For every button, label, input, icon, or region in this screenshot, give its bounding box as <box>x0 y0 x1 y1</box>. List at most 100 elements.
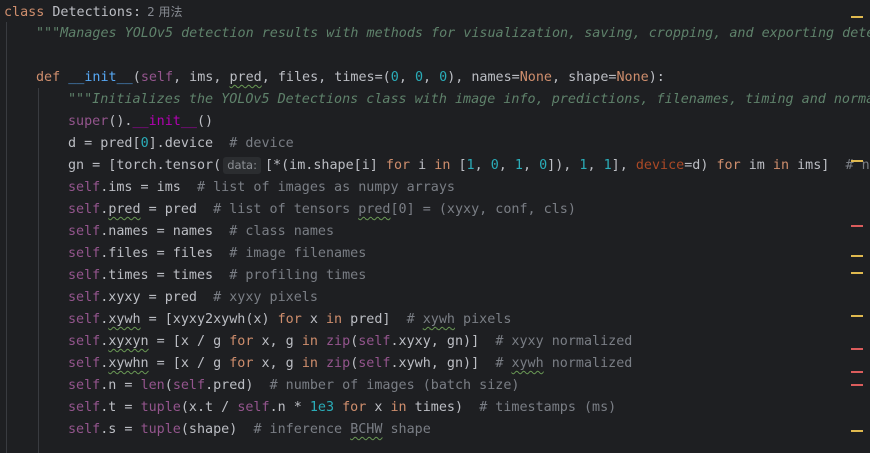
params: ), names= <box>447 70 520 85</box>
keyword-for: for <box>229 356 254 371</box>
comment: pred <box>358 202 391 217</box>
error-marker[interactable] <box>851 384 863 386</box>
number: 0 <box>390 70 399 85</box>
code-line-xywh: self.xywh = [xyxy2xywh(x) for x in pred]… <box>68 309 511 331</box>
usages-hint[interactable]: 2 用法 <box>147 5 182 19</box>
code-text: = [xyxy2xywh(x) <box>140 312 278 327</box>
code-text: .names = names <box>100 224 230 239</box>
code-editor[interactable]: class Detections: 2 用法 """Manages YOLOv5 … <box>0 0 870 453</box>
keyword-for: for <box>277 312 302 327</box>
colon: : <box>133 5 142 20</box>
paren: ( <box>132 70 141 85</box>
self-ref: self <box>68 334 101 349</box>
code-line-files: self.files = files # image filenames <box>68 243 366 265</box>
code-text: ].device <box>148 136 214 151</box>
code-line-times: self.times = times # profiling times <box>68 265 366 287</box>
self-ref: self <box>68 180 101 195</box>
comment: # xyxy normalized <box>495 334 633 349</box>
comment: # class names <box>229 224 335 239</box>
warning-marker[interactable] <box>851 315 863 317</box>
code-line-n: self.n = len(self.pred) # number of imag… <box>68 375 519 397</box>
param-pred: pred <box>229 70 262 85</box>
warning-marker[interactable] <box>851 160 863 162</box>
warning-marker[interactable] <box>851 255 863 257</box>
code-text: () <box>197 114 214 129</box>
comma: , <box>498 158 515 173</box>
paren: ( <box>164 378 173 393</box>
code-line-t: self.t = tuple(x.t / self.n * 1e3 for x … <box>68 397 616 419</box>
comment: # <box>406 312 423 327</box>
self-ref: self <box>68 312 101 327</box>
self-ref: self <box>358 356 391 371</box>
params: , files, times=( <box>261 70 391 85</box>
self-ref: self <box>172 378 206 393</box>
comment: # inference <box>253 422 351 437</box>
error-marker[interactable] <box>851 348 863 350</box>
comment: [0] = (xyxy, conf, cls) <box>390 202 576 217</box>
code-text: i <box>410 158 435 173</box>
comma: , <box>474 158 491 173</box>
warning-marker[interactable] <box>851 16 863 18</box>
paren: ): <box>648 70 665 85</box>
self-ref: self <box>68 246 101 261</box>
code-line-init-def: def __init__(self, ims, pred, files, tim… <box>36 67 665 89</box>
builtin-tuple: tuple <box>140 422 181 437</box>
params: , shape= <box>552 70 617 85</box>
comma: , <box>423 70 440 85</box>
builtin-tuple: tuple <box>140 400 181 415</box>
comma: , <box>398 70 415 85</box>
indent-guide <box>38 88 39 453</box>
code-line-names: self.names = names # class names <box>68 221 334 243</box>
code-text: times) <box>406 400 480 415</box>
attribute-name: xywh <box>108 312 141 327</box>
builtin-len: len <box>140 378 165 393</box>
keyword-class: class <box>4 5 45 20</box>
comment: # list of tensors <box>213 202 359 217</box>
self-ref: self <box>68 356 101 371</box>
params: , ims, <box>173 70 230 85</box>
comment: BCHW <box>350 422 383 437</box>
code-line-class-docstring: """Manages YOLOv5 detection results with… <box>36 26 870 41</box>
comma: , <box>587 158 604 173</box>
number: 0 <box>140 136 149 151</box>
keyword-for: for <box>342 400 367 415</box>
self-ref: self <box>237 400 270 415</box>
error-marker[interactable] <box>851 225 863 227</box>
self-ref: self <box>68 290 101 305</box>
code-text: .s = <box>100 422 141 437</box>
code-text: .n * <box>269 400 310 415</box>
keyword-def: def <box>36 70 61 85</box>
code-text: (shape) <box>180 422 254 437</box>
function-name[interactable]: __init__ <box>68 70 133 85</box>
self-ref: self <box>68 422 101 437</box>
warning-marker[interactable] <box>851 272 863 274</box>
code-line-pred: self.pred = pred # list of tensors pred[… <box>68 199 576 221</box>
code-text: x <box>301 312 326 327</box>
code-text: = [x / g <box>148 356 230 371</box>
comment: # list of images as numpy arrays <box>197 180 455 195</box>
code-text: [*(im.shape[i] <box>264 158 386 173</box>
comment: # timestamps (ms) <box>479 400 617 415</box>
code-text: [ <box>450 158 467 173</box>
error-marker[interactable] <box>851 371 863 373</box>
self-ref: self <box>68 224 101 239</box>
self-ref: self <box>68 268 101 283</box>
builtin-zip: zip <box>326 334 351 349</box>
comment: # xyxy pixels <box>213 290 318 305</box>
self-ref: self <box>68 202 101 217</box>
code-text: (x.t / <box>180 400 238 415</box>
number: 1e3 <box>309 400 335 415</box>
code-text: d = pred[ <box>68 136 141 151</box>
code-text: .t = <box>100 400 141 415</box>
keyword-for: for <box>385 158 411 173</box>
class-name[interactable]: Detections <box>52 5 133 20</box>
keyword-in: in <box>326 312 343 327</box>
code-text: .n = <box>100 378 141 393</box>
warning-marker[interactable] <box>851 430 863 432</box>
code-text: ], <box>611 158 636 173</box>
code-text: = pred <box>140 202 214 217</box>
number: 0 <box>539 158 548 173</box>
builtin-super: super <box>68 114 109 129</box>
code-text: .files = files <box>100 246 230 261</box>
